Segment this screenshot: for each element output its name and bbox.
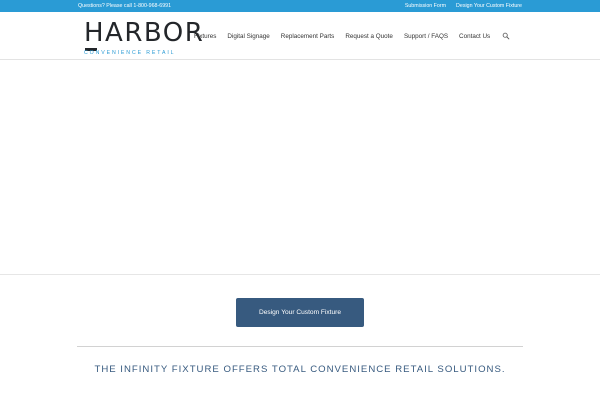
main-nav: Fixtures Digital Signage Replacement Par… (194, 12, 510, 60)
section-divider (77, 346, 523, 347)
nav-item-contact-us[interactable]: Contact Us (459, 33, 490, 40)
nav-item-digital-signage[interactable]: Digital Signage (227, 33, 269, 40)
hero-divider (0, 274, 600, 275)
design-custom-fixture-button[interactable]: Design Your Custom Fixture (236, 298, 364, 327)
submission-form-link[interactable]: Submission Form (405, 0, 446, 12)
nav-item-support-faqs[interactable]: Support / FAQS (404, 33, 448, 40)
nav-item-request-quote[interactable]: Request a Quote (345, 33, 393, 40)
logo-tagline: CONVENIENCE RETAIL (84, 50, 176, 56)
logo[interactable]: HARBOR CONVENIENCE RETAIL (84, 18, 203, 56)
section-headline: THE INFINITY FIXTURE OFFERS TOTAL CONVEN… (94, 364, 506, 375)
top-links: Submission Form Design Your Custom Fixtu… (405, 0, 522, 12)
hero-area (0, 60, 600, 274)
phone-text: Questions? Please call 1-800-968-6991 (78, 3, 172, 9)
design-custom-fixture-link[interactable]: Design Your Custom Fixture (456, 0, 522, 12)
logo-wordmark: HARBOR (84, 18, 205, 48)
nav-item-fixtures[interactable]: Fixtures (194, 33, 216, 40)
search-icon[interactable] (502, 32, 510, 40)
top-bar: Questions? Please call 1-800-968-6991 Su… (0, 0, 600, 12)
nav-item-replacement-parts[interactable]: Replacement Parts (281, 33, 335, 40)
